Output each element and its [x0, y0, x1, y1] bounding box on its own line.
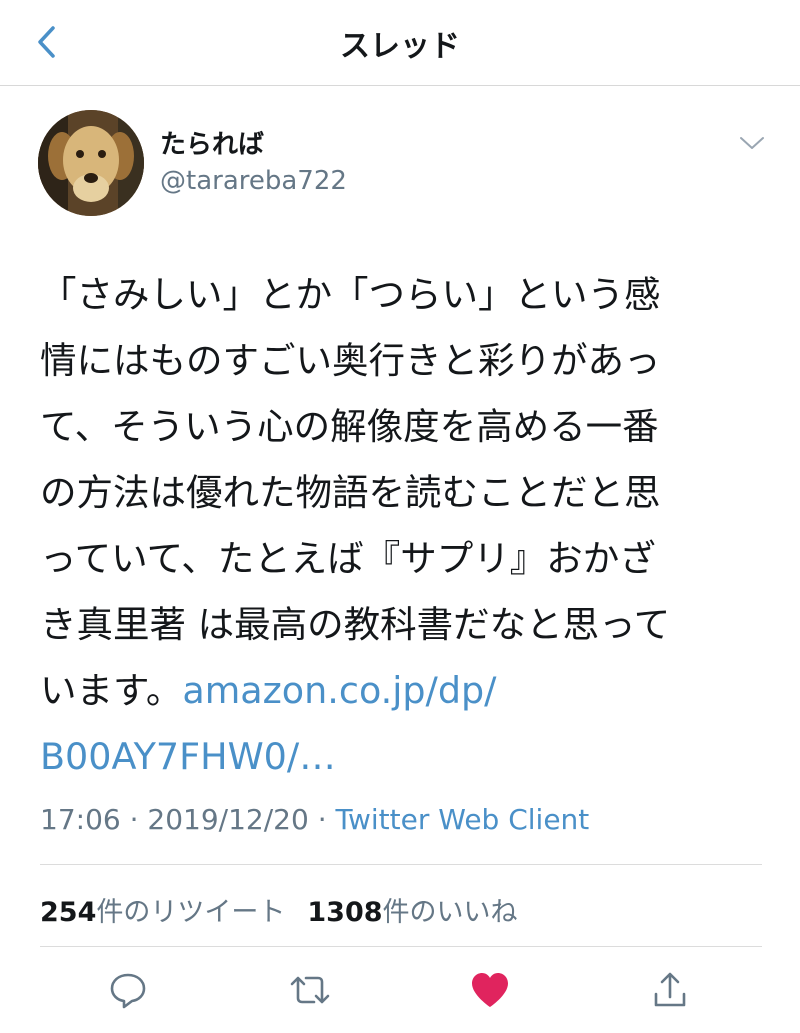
meta-separator: · [317, 803, 327, 836]
author-handle[interactable]: @tarareba722 [160, 166, 347, 196]
tweet-text-line: 情にはものすごい奥行きと彩りがあっ [40, 339, 661, 382]
page-title: スレッド [340, 29, 460, 64]
like-count: 1308 [307, 897, 383, 928]
retweets-stat[interactable]: 254件のリツイート [40, 897, 285, 928]
divider [40, 864, 762, 865]
tweet-link[interactable]: amazon.co.jp/dp/ [182, 669, 496, 712]
tweet-text-line: き真里著 は最高の教科書だなと思って [40, 603, 671, 646]
divider [40, 946, 762, 947]
tweet-text-line: っていて、たとえば『サプリ』おかざ [40, 537, 656, 580]
tweet-text-line: 「さみしい」とか「つらい」という感 [40, 273, 661, 316]
tweet-text-line: の方法は優れた物語を読むことだと思 [40, 471, 661, 514]
dog-avatar-icon [38, 110, 144, 216]
share-icon [654, 972, 686, 1007]
reply-icon [110, 973, 146, 1009]
retweet-count: 254 [40, 897, 97, 928]
tweet-client-link[interactable]: Twitter Web Client [336, 803, 590, 836]
reply-button[interactable] [106, 968, 150, 1012]
tweet-text: 「さみしい」とか「つらい」という感 情にはものすごい奥行きと彩りがあっ て、そういう… [40, 262, 765, 790]
tweet-time: 17:06 [40, 803, 121, 836]
author-display-name[interactable]: たられば [160, 124, 264, 161]
meta-separator: · [129, 803, 139, 836]
likes-stat[interactable]: 1308件のいいね [307, 897, 517, 928]
tweet-text-fragment: います。 [40, 669, 183, 712]
tweet-text-line: います。amazon.co.jp/dp/ [40, 658, 765, 724]
retweet-button[interactable] [288, 968, 332, 1012]
like-button[interactable] [468, 968, 512, 1012]
tweet-options-button[interactable] [736, 130, 768, 156]
tweet-date: 2019/12/20 [147, 803, 309, 836]
tweet-text-line: B00AY7FHW0/… [40, 724, 765, 790]
chevron-down-icon [740, 137, 764, 149]
top-bar: スレッド [0, 0, 800, 86]
tweet-meta: 17:06 · 2019/12/20 · Twitter Web Client [40, 803, 589, 836]
retweet-icon [290, 976, 330, 1004]
avatar[interactable] [38, 110, 144, 216]
tweet-text-line: て、そういう心の解像度を高める一番 [40, 405, 659, 448]
share-button[interactable] [648, 968, 692, 1012]
like-label: 件のいいね [382, 897, 518, 928]
tweet-link-continued[interactable]: B00AY7FHW0/… [40, 735, 336, 778]
retweet-label: 件のリツイート [96, 897, 286, 928]
heart-icon [472, 973, 508, 1007]
tweet-stats: 254件のリツイート 1308件のいいね [40, 890, 518, 929]
